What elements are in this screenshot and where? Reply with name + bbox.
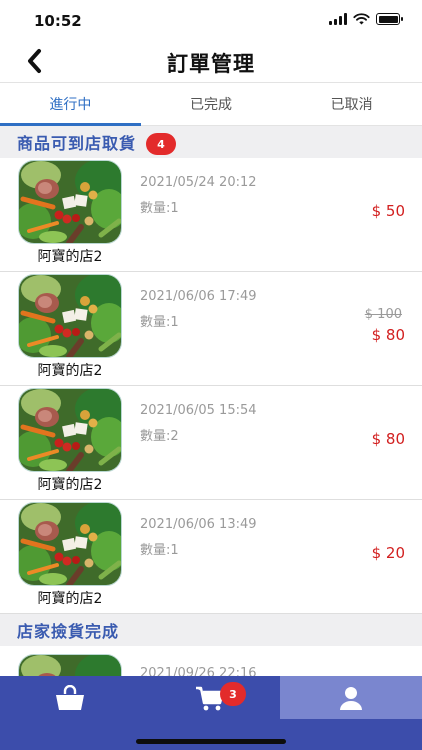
order-item[interactable]: 2021/09/26 22:16 (0, 646, 422, 676)
shop-name: 阿寶的店2 (37, 249, 103, 265)
tab-in-progress[interactable]: 進行中 (0, 83, 141, 126)
original-price: $ 100 (364, 307, 402, 322)
order-quantity: 數量:1 (140, 315, 179, 330)
wifi-icon (353, 13, 370, 25)
order-list[interactable]: 商品可到店取貨 4 阿寶的店2 2021/05/24 20:12 數量:1 $ … (0, 126, 422, 676)
section-header-ready-for-pickup: 商品可到店取貨 4 (0, 126, 422, 158)
product-thumbnail (18, 502, 122, 586)
tab-completed[interactable]: 已完成 (141, 83, 282, 125)
order-date: 2021/06/06 13:49 (140, 517, 257, 532)
order-price: $ 50 (371, 202, 405, 220)
shop-name: 阿寶的店2 (37, 591, 103, 607)
order-date: 2021/09/26 22:16 (140, 666, 257, 676)
tab-bar: 進行中 已完成 已取消 (0, 82, 422, 126)
order-item[interactable]: 阿寶的店2 2021/06/05 15:54 數量:2 $ 80 (0, 386, 422, 500)
status-bar: 10:52 (0, 0, 422, 40)
order-price: $ 20 (371, 544, 405, 562)
order-quantity: 數量:2 (140, 429, 179, 444)
shopping-bag-icon (56, 684, 84, 710)
product-thumbnail (18, 388, 122, 472)
status-icons (329, 13, 403, 25)
product-thumbnail (18, 274, 122, 358)
user-icon (340, 686, 362, 710)
order-price: $ 80 (371, 326, 405, 344)
cart-count-badge: 3 (220, 682, 246, 706)
order-item[interactable]: 阿寶的店2 2021/06/06 13:49 數量:1 $ 20 (0, 500, 422, 614)
signal-icon (329, 13, 347, 25)
home-indicator (136, 739, 286, 744)
section-title: 店家撿貨完成 (17, 622, 120, 641)
product-thumbnail (18, 160, 122, 244)
shop-name: 阿寶的店2 (37, 477, 103, 493)
order-price: $ 80 (371, 430, 405, 448)
tab-cancelled[interactable]: 已取消 (281, 83, 422, 125)
section-title: 商品可到店取貨 (17, 134, 137, 153)
section-header-picking-complete: 店家撿貨完成 (0, 614, 422, 646)
order-date: 2021/06/06 17:49 (140, 289, 257, 304)
battery-icon (376, 13, 403, 25)
order-date: 2021/06/05 15:54 (140, 403, 257, 418)
order-quantity: 數量:1 (140, 543, 179, 558)
nav-shop[interactable] (0, 676, 140, 719)
nav-profile[interactable] (280, 676, 422, 719)
nav-cart[interactable]: 3 (140, 676, 280, 719)
order-quantity: 數量:1 (140, 201, 179, 216)
header: 訂單管理 (0, 40, 422, 82)
section-count-badge: 4 (146, 133, 176, 155)
order-date: 2021/05/24 20:12 (140, 175, 257, 190)
product-thumbnail (18, 654, 122, 676)
order-item[interactable]: 阿寶的店2 2021/05/24 20:12 數量:1 $ 50 (0, 158, 422, 272)
status-time: 10:52 (34, 12, 82, 30)
page-title: 訂單管理 (167, 52, 255, 76)
shop-name: 阿寶的店2 (37, 363, 103, 379)
order-item[interactable]: 阿寶的店2 2021/06/06 17:49 數量:1 $ 100 $ 80 (0, 272, 422, 386)
